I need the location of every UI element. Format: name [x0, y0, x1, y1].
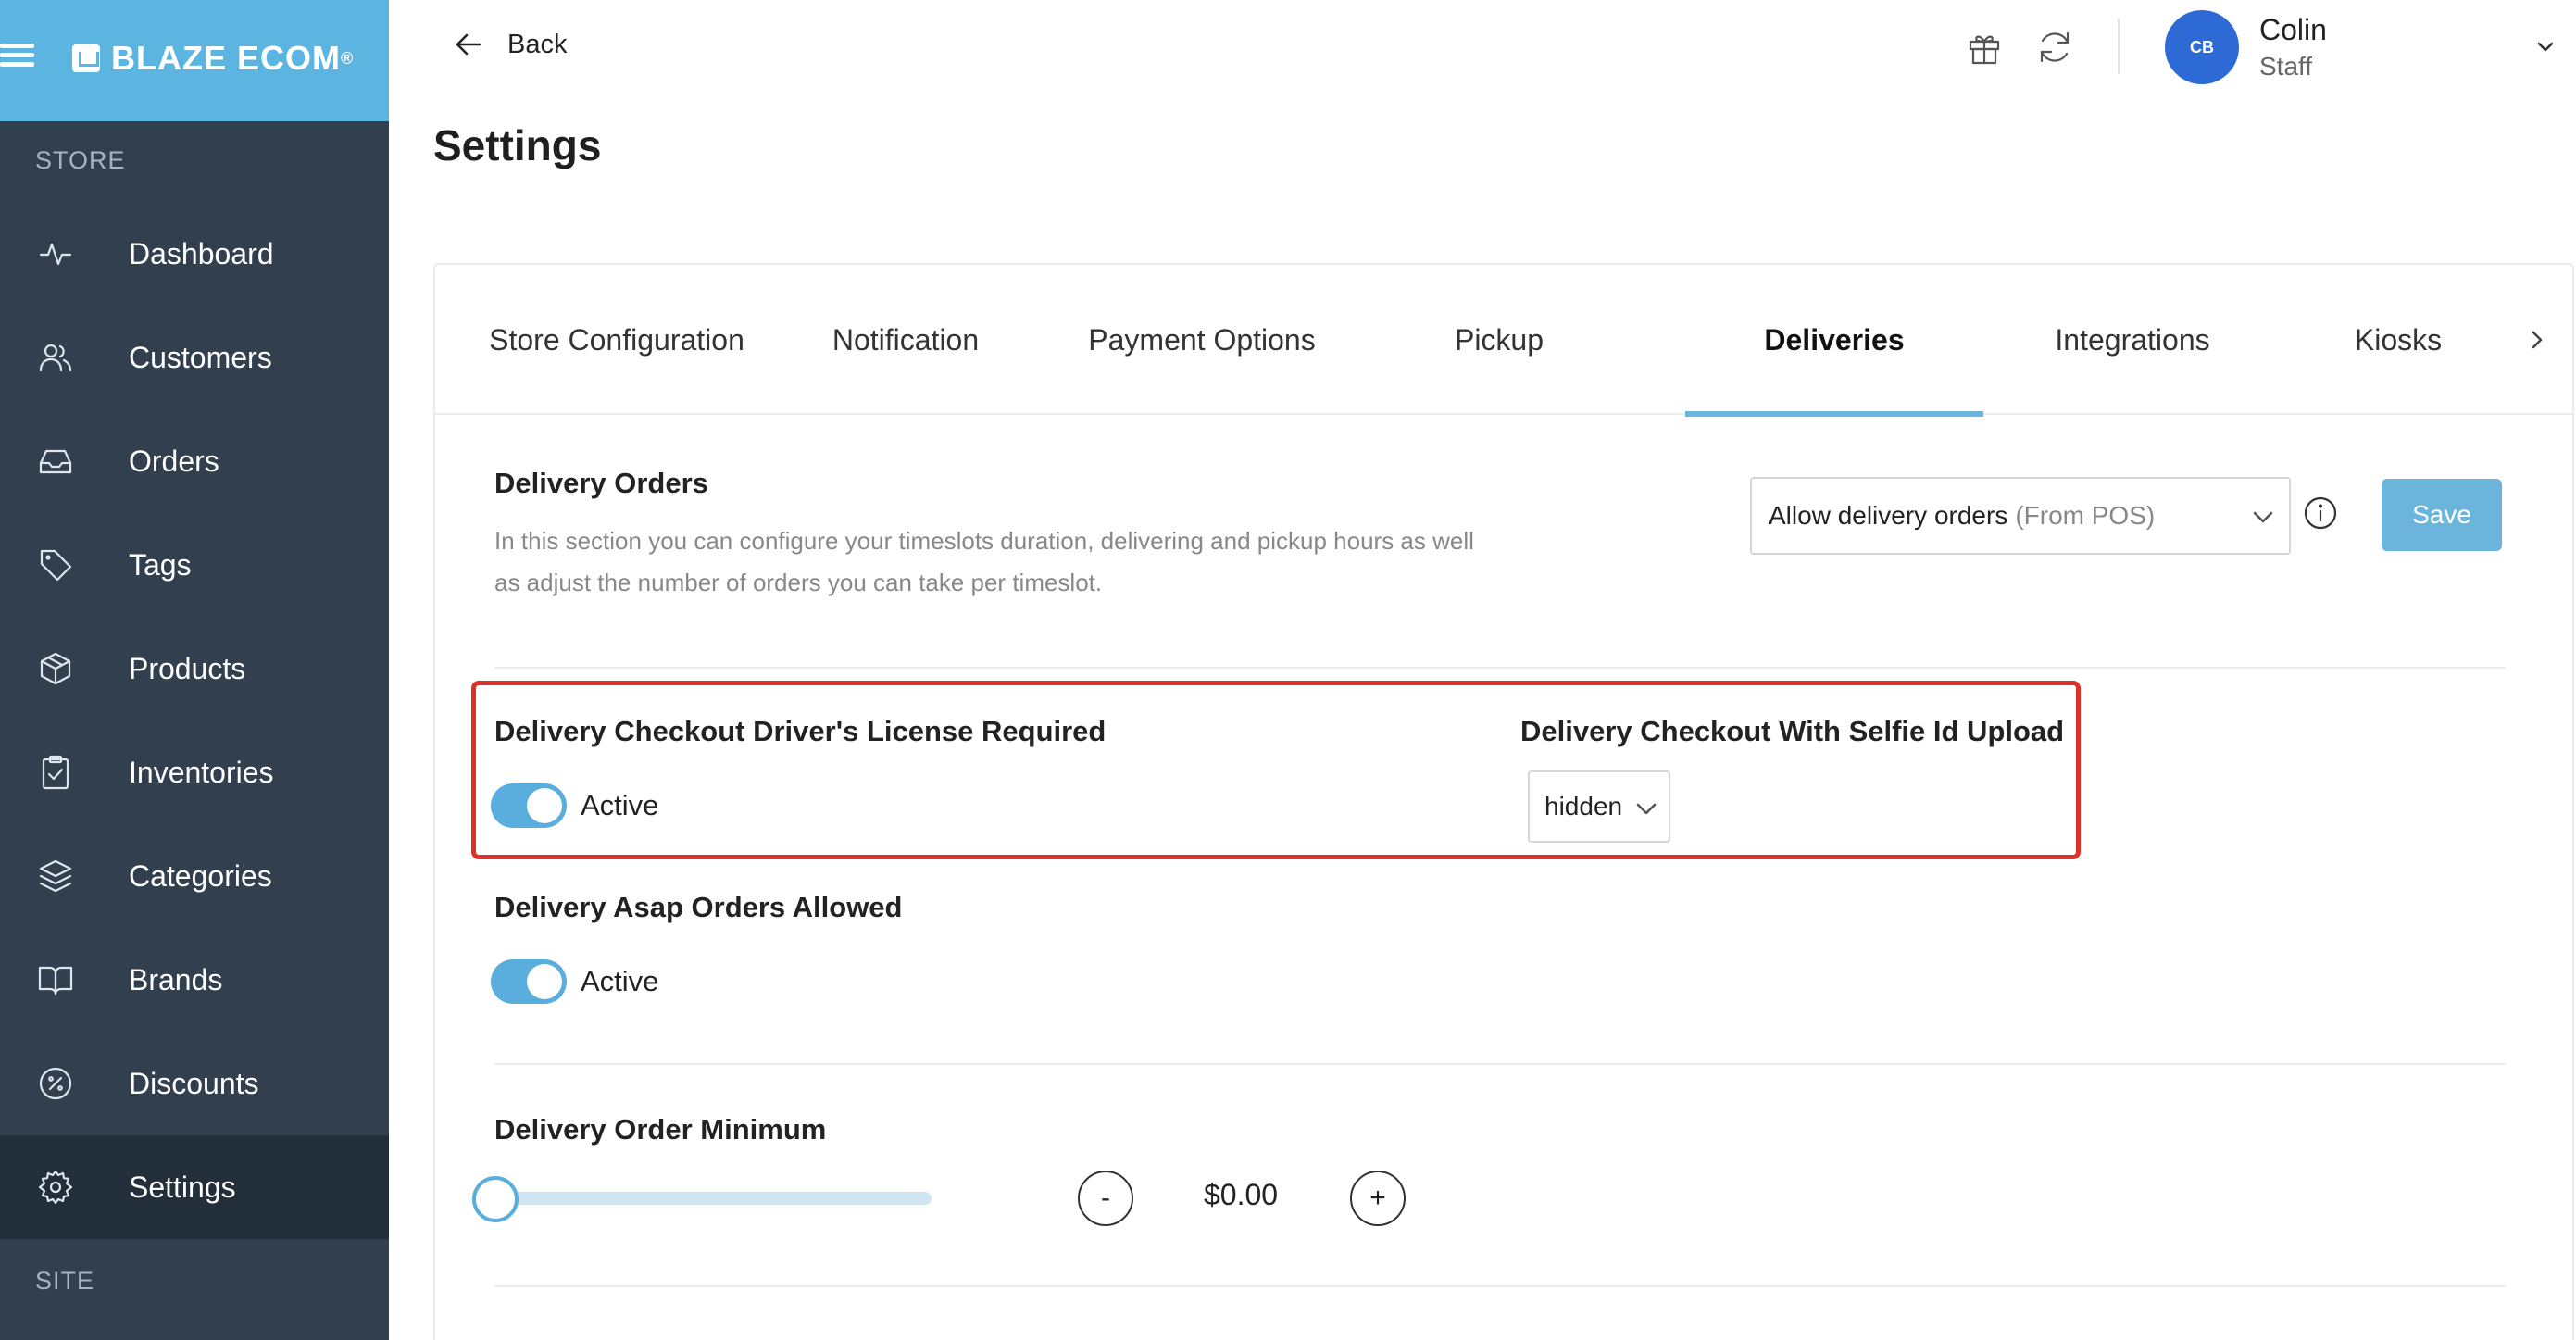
- sidebar-item-label: Inventories: [129, 755, 274, 789]
- back-button[interactable]: Back: [452, 28, 567, 61]
- delivery-orders-select[interactable]: Allow delivery orders (From POS): [1750, 477, 2291, 555]
- avatar[interactable]: CB: [2165, 10, 2239, 84]
- bag-icon: [72, 44, 100, 72]
- order-minimum-amount: $0.00: [1204, 1178, 1279, 1211]
- delivery-orders-description: In this section you can configure your t…: [494, 527, 1474, 596]
- sidebar-item-label: Settings: [129, 1170, 236, 1204]
- book-icon: [37, 961, 74, 998]
- divider: [494, 1063, 2506, 1065]
- sidebar-item-label: Categories: [129, 858, 272, 893]
- layers-icon: [37, 858, 74, 895]
- sidebar-item-brands[interactable]: Brands: [0, 928, 389, 1032]
- page-title: Settings: [433, 121, 602, 169]
- clipboard-icon: [37, 754, 74, 791]
- save-button[interactable]: Save: [2382, 479, 2502, 551]
- sidebar-item-discounts[interactable]: Discounts: [0, 1032, 389, 1135]
- tag-icon: [37, 546, 74, 583]
- sidebar-item-label: Orders: [129, 444, 219, 478]
- increment-button[interactable]: +: [1350, 1171, 1406, 1226]
- sidebar-item-label: Discounts: [129, 1066, 259, 1100]
- order-minimum-title: Delivery Order Minimum: [494, 1113, 827, 1146]
- gear-icon: [37, 1169, 74, 1206]
- delivery-orders-select-value: Allow delivery orders: [1769, 501, 2008, 530]
- percent-icon: [37, 1065, 74, 1102]
- tab-integrations[interactable]: Integrations: [1983, 265, 2282, 415]
- sidebar-item-categories[interactable]: Categories: [0, 824, 389, 928]
- sidebar-item-inventories[interactable]: Inventories: [0, 720, 389, 824]
- inbox-icon: [37, 443, 74, 480]
- user-role: Staff: [2259, 52, 2313, 81]
- gift-icon[interactable]: [1965, 28, 2004, 67]
- order-minimum-slider[interactable]: [496, 1192, 932, 1205]
- sidebar-item-products[interactable]: Products: [0, 617, 389, 720]
- tab-notification[interactable]: Notification: [772, 265, 1039, 415]
- highlight-box: [471, 681, 2081, 859]
- sidebar-section-store: STORE: [35, 146, 126, 174]
- tab-payment-options[interactable]: Payment Options: [1039, 265, 1365, 415]
- delivery-orders-title: Delivery Orders: [494, 467, 708, 499]
- refresh-icon[interactable]: [2035, 28, 2074, 67]
- sidebar-item-tags[interactable]: Tags: [0, 513, 389, 617]
- divider: [494, 1285, 2506, 1287]
- delivery-orders-select-suffix: (From POS): [2015, 501, 2156, 530]
- sidebar-item-label: Dashboard: [129, 236, 274, 270]
- decrement-button[interactable]: -: [1078, 1171, 1133, 1226]
- order-minimum-slider-handle[interactable]: [472, 1176, 519, 1222]
- hamburger-menu-icon[interactable]: [0, 44, 34, 68]
- brand-name: BLAZE ECOM: [111, 39, 341, 77]
- brand-bar: BLAZE ECOM ®: [0, 0, 389, 121]
- sidebar-item-label: Tags: [129, 547, 192, 582]
- brand-logo[interactable]: BLAZE ECOM ®: [72, 39, 354, 78]
- users-icon: [37, 339, 74, 376]
- box-icon: [37, 650, 74, 687]
- sidebar-item-customers[interactable]: Customers: [0, 306, 389, 409]
- brand-trademark: ®: [341, 48, 355, 68]
- divider: [494, 667, 2506, 669]
- chevron-right-icon[interactable]: [2523, 326, 2551, 354]
- asap-orders-title: Delivery Asap Orders Allowed: [494, 891, 903, 923]
- sidebar: BLAZE ECOM ® STORE Dashboard Customers Or…: [0, 0, 389, 1340]
- sidebar-item-dashboard[interactable]: Dashboard: [0, 202, 389, 306]
- info-icon[interactable]: [2302, 495, 2339, 532]
- tab-kiosks[interactable]: Kiosks: [2306, 265, 2491, 415]
- sidebar-item-label: Products: [129, 651, 246, 685]
- user-name: Colin: [2259, 13, 2327, 46]
- sidebar-item-label: Brands: [129, 962, 223, 996]
- asap-orders-toggle-label: Active: [581, 965, 659, 997]
- activity-icon: [37, 235, 74, 272]
- tab-store-configuration[interactable]: Store Configuration: [461, 265, 772, 415]
- sidebar-item-settings[interactable]: Settings: [0, 1135, 389, 1239]
- arrow-left-icon: [456, 33, 481, 56]
- settings-tabs: Store Configuration Notification Payment…: [435, 265, 2574, 417]
- chevron-down-icon: [2253, 511, 2273, 523]
- sidebar-section-site: SITE: [35, 1267, 95, 1295]
- header-divider: [2118, 19, 2120, 74]
- asap-orders-toggle[interactable]: [491, 959, 567, 1004]
- sidebar-item-label: Customers: [129, 340, 272, 374]
- sidebar-item-orders[interactable]: Orders: [0, 409, 389, 513]
- tab-pickup[interactable]: Pickup: [1365, 265, 1633, 415]
- back-label: Back: [507, 29, 568, 59]
- tab-deliveries[interactable]: Deliveries: [1685, 265, 1983, 417]
- chevron-down-icon[interactable]: [2532, 33, 2558, 59]
